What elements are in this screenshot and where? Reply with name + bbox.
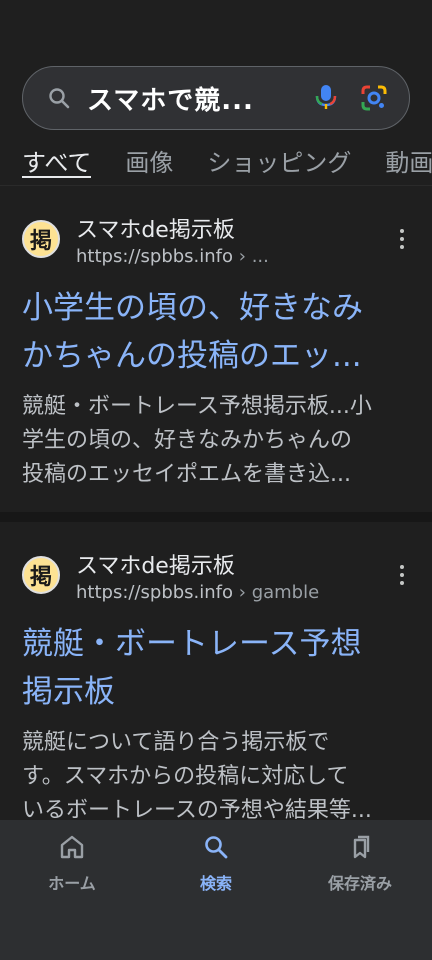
result-snippet: 競艇・ボートレース予想掲示板...小 学生の頃の、好きなみかちゃんの 投稿のエッ… xyxy=(22,390,410,492)
site-name: スマホde掲示板 xyxy=(76,554,235,579)
result-title-link[interactable]: 小学生の頃の、好きなみ かちゃんの投稿のエッ... xyxy=(22,284,412,380)
site-url: https://spbbs.info › gamble xyxy=(76,582,319,603)
url-path: › ... xyxy=(233,246,269,267)
title-line: かちゃんの投稿のエッ... xyxy=(22,338,362,374)
result-divider xyxy=(0,512,432,522)
search-tabs: すべて 画像 ショッピング 動画 xyxy=(0,140,432,186)
url-host: https://spbbs.info xyxy=(76,582,234,603)
snippet-line: 競艇について語り合う掲示板で xyxy=(22,730,330,755)
title-line: 競艇・ボートレース予想 xyxy=(22,626,362,662)
nav-home-label: ホーム xyxy=(48,874,96,893)
tab-images[interactable]: 画像 xyxy=(125,140,173,185)
site-name: スマホde掲示板 xyxy=(76,218,235,243)
result-title-link[interactable]: 競艇・ボートレース予想 掲示板 xyxy=(22,620,412,716)
result-source[interactable]: 掲 スマホde掲示板 https://spbbs.info › gamble xyxy=(22,544,410,608)
microphone-icon[interactable] xyxy=(309,81,343,115)
search-bar[interactable]: スマホで競... xyxy=(22,66,410,130)
site-favicon: 掲 xyxy=(22,220,60,258)
site-url: https://spbbs.info › ... xyxy=(76,246,269,267)
search-icon xyxy=(201,832,231,862)
site-favicon: 掲 xyxy=(22,556,60,594)
snippet-line: いるボートレースの予想や結果等... xyxy=(22,798,372,822)
tab-all[interactable]: すべて xyxy=(22,140,92,185)
snippet-line: す。スマホからの投稿に対応して xyxy=(22,764,349,789)
snippet-line: 投稿のエッセイポエムを書き込... xyxy=(22,462,351,487)
result-snippet: 競艇について語り合う掲示板で す。スマホからの投稿に対応して いるボートレースの… xyxy=(22,726,410,822)
url-host: https://spbbs.info xyxy=(76,246,234,267)
search-result: 掲 スマホde掲示板 https://spbbs.info › ... 小学生の… xyxy=(0,186,432,512)
title-line: 小学生の頃の、好きなみ xyxy=(22,290,363,326)
search-icon xyxy=(45,84,73,112)
tab-videos[interactable]: 動画 xyxy=(385,140,432,185)
nav-search[interactable]: 検索 xyxy=(144,820,288,960)
nav-saved-label: 保存済み xyxy=(327,874,392,893)
nav-saved[interactable]: 保存済み xyxy=(288,820,432,960)
nav-search-label: 検索 xyxy=(199,874,232,893)
saved-icon xyxy=(345,832,375,862)
nav-home[interactable]: ホーム xyxy=(0,820,144,960)
search-query[interactable]: スマホで競... xyxy=(87,80,295,117)
title-line: 掲示板 xyxy=(22,674,115,710)
tab-shopping[interactable]: ショッピング xyxy=(207,140,351,185)
result-source[interactable]: 掲 スマホde掲示板 https://spbbs.info › ... xyxy=(22,208,410,272)
url-path: › gamble xyxy=(233,582,320,603)
snippet-line: 競艇・ボートレース予想掲示板...小 xyxy=(22,394,372,419)
google-lens-icon[interactable] xyxy=(357,81,391,115)
home-icon xyxy=(57,832,87,862)
bottom-navigation: ホーム 検索 保存済み xyxy=(0,820,432,960)
snippet-line: 学生の頃の、好きなみかちゃんの xyxy=(22,428,353,453)
more-options-icon[interactable] xyxy=(394,224,410,254)
more-options-icon[interactable] xyxy=(394,560,410,590)
search-result: 掲 スマホde掲示板 https://spbbs.info › gamble 競… xyxy=(0,522,432,822)
